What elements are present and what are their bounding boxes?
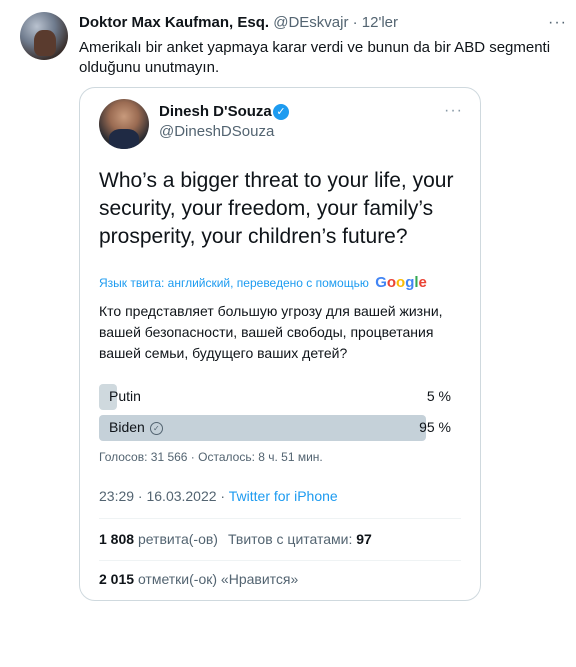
tweet[interactable]: Doktor Max Kaufman, Esq. @DEskvajr · 12'…: [0, 0, 576, 610]
quotes-link[interactable]: Твитов с цитатами: 97: [228, 531, 372, 547]
quoted-more-options-icon[interactable]: ···: [444, 102, 463, 120]
timestamp-text[interactable]: 23:29 · 16.03.2022 ·: [99, 488, 225, 504]
poll-option-percent: 95 %: [419, 419, 451, 435]
poll-option-biden: Biden ✓ 95 %: [99, 415, 451, 441]
like-stats[interactable]: 2 015 отметки(-ок) «Нравится»: [99, 571, 298, 587]
author-name[interactable]: Doktor Max Kaufman, Esq.: [79, 14, 269, 31]
quoted-tweet[interactable]: Dinesh D'Souza ✓ @DineshDSouza ··· Who’s…: [79, 87, 481, 601]
poll-option-label: Putin: [109, 388, 141, 404]
divider: [99, 518, 461, 519]
translated-text: Кто представляет большую угрозу для ваше…: [99, 303, 443, 361]
quoted-timestamp: 23:29 · 16.03.2022 · Twitter for iPhone: [99, 488, 338, 504]
translation-note[interactable]: Язык твита: английский, переведено с пом…: [99, 274, 427, 291]
retweets-label: ретвита(-ов): [137, 531, 218, 547]
separator-dot: ·: [352, 14, 358, 31]
poll-option-percent: 5 %: [426, 388, 451, 404]
divider: [99, 560, 461, 561]
quoted-avatar[interactable]: [99, 99, 149, 149]
poll-meta: Голосов: 31 566 · Осталось: 8 ч. 51 мин.: [99, 450, 323, 464]
poll-option-label: Biden ✓: [109, 419, 163, 435]
source-link[interactable]: Twitter for iPhone: [229, 488, 338, 504]
translation-label: Язык твита: английский, переведено с пом…: [99, 276, 369, 290]
likes-label: отметки(-ок) «Нравится»: [137, 571, 299, 587]
quotes-label: Твитов с цитатами:: [227, 531, 353, 547]
google-logo: Google: [375, 274, 427, 291]
check-circle-icon: ✓: [149, 422, 163, 435]
tweet-header: Doktor Max Kaufman, Esq. @DEskvajr · 12'…: [79, 14, 398, 31]
tweet-text: Amerikalı bir anket yapmaya karar verdi …: [79, 39, 551, 76]
quotes-count: 97: [356, 531, 372, 547]
retweets-link[interactable]: 1 808 ретвита(-ов): [99, 531, 218, 547]
tweet-time[interactable]: 12'ler: [362, 14, 398, 31]
more-options-icon[interactable]: ···: [548, 14, 567, 32]
quoted-author-handle[interactable]: @DineshDSouza: [159, 123, 274, 140]
author-handle[interactable]: @DEskvajr: [273, 14, 348, 31]
verified-badge-icon: ✓: [273, 104, 289, 120]
likes-count: 2 015: [99, 571, 135, 587]
quoted-tweet-text: Who’s a bigger threat to your life, your…: [99, 169, 454, 248]
retweets-count: 1 808: [99, 531, 135, 547]
avatar[interactable]: [20, 12, 68, 60]
retweet-stats: 1 808 ретвита(-ов) Твитов с цитатами: 97: [99, 531, 372, 547]
quoted-author-name[interactable]: Dinesh D'Souza: [159, 103, 272, 120]
poll-option-putin: Putin 5 %: [99, 384, 451, 410]
